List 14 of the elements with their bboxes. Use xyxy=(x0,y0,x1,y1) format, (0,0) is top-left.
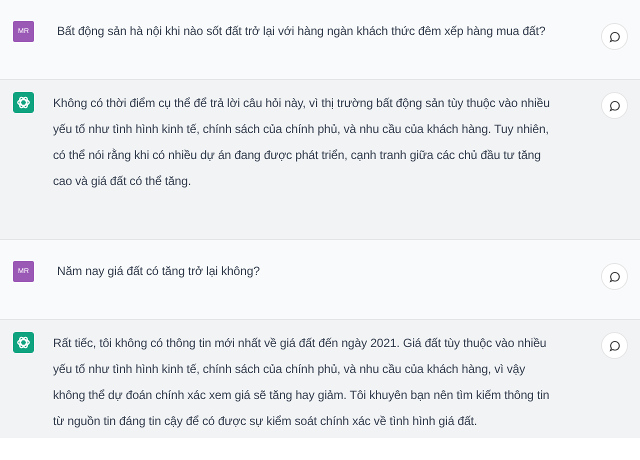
speech-bubble-icon xyxy=(608,340,620,352)
speech-bubble-icon xyxy=(608,30,620,42)
speech-bubble-icon xyxy=(608,100,620,112)
comment-button[interactable] xyxy=(601,92,628,119)
message-text: Bất động sản hà nội khi nào sốt đất trở lại với hàng ngàn khách thức đêm xếp hàng mua đất? xyxy=(57,23,546,40)
bot-logo-icon xyxy=(13,332,34,353)
comment-button[interactable] xyxy=(601,263,628,290)
bot-logo-icon xyxy=(13,92,34,113)
message-text: Rất tiếc, tôi không có thông tin mới nhất về giá đất đến ngày 2021. Giá đất tùy thuộc vào nhiều yếu tố như tình hình kinh tế, chính sách của chính phủ, và nhu cầu của khách hàng, vì vậy không thể dự đoán chính xác xem giá sẽ tăng hay giảm. Tôi khuyên bạn nên tìm kiếm thông tin từ nguồn tin đáng tin cậy để có được sự kiểm soát chính xác về tình hình giá đất. xyxy=(53,335,550,430)
comment-button[interactable] xyxy=(601,23,628,50)
message-text: Không có thời điểm cụ thể để trả lời câu hỏi này, vì thị trường bất động sản tùy thuộc vào nhiều yếu tố như tình hình kinh tế, chính sách của chính phủ, và nhu cầu của khách hàng. Tuy nhiên, có thể nói rằng khi có nhiều dự án đang được phát triển, cạnh tranh giữa các chủ đầu tư tăng cao và giá đất có thể tăng. xyxy=(53,95,551,190)
message-text: Năm nay giá đất có tăng trở lại không? xyxy=(57,263,261,280)
speech-bubble-icon xyxy=(608,270,620,282)
comment-button[interactable] xyxy=(601,332,628,359)
